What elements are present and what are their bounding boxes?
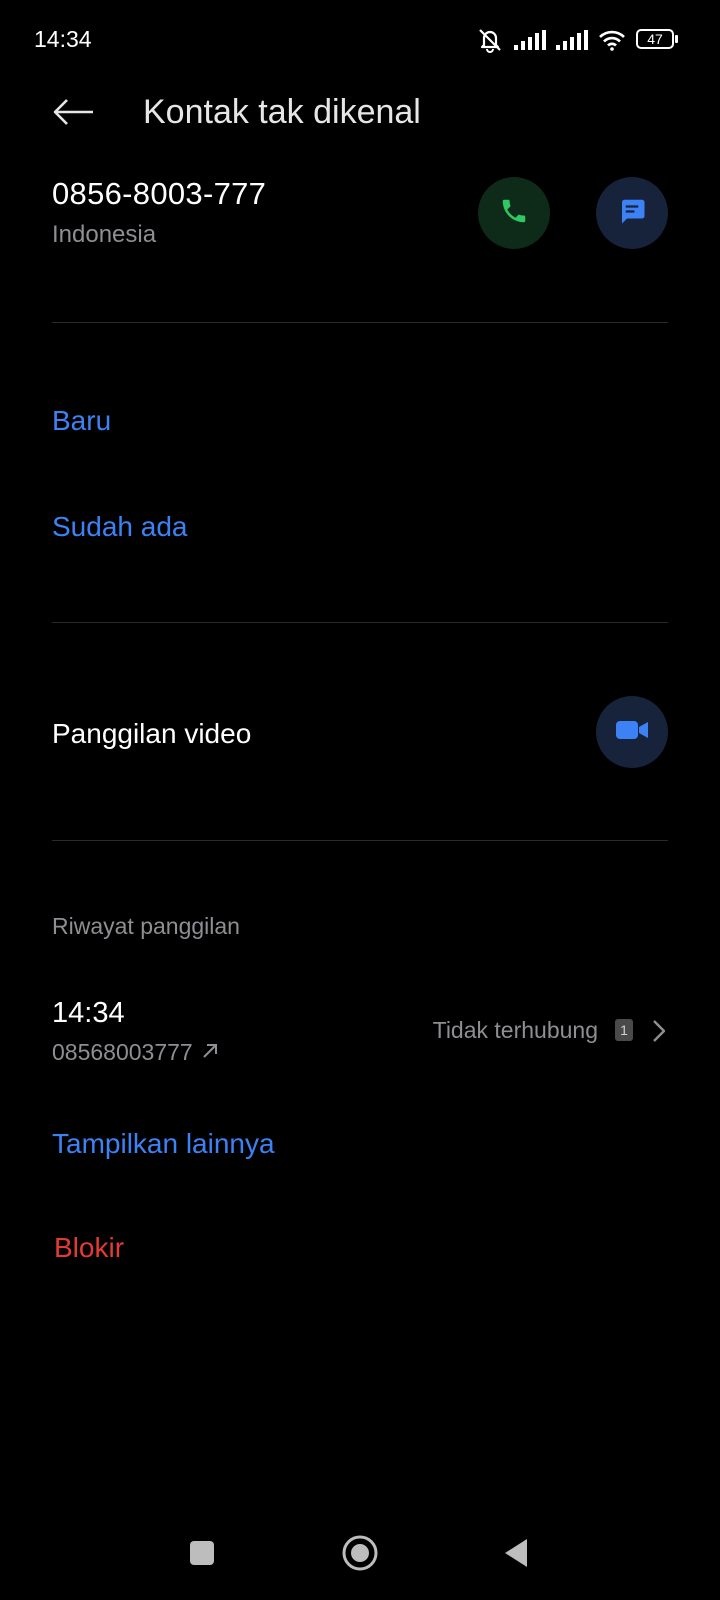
recents-button[interactable] [162,1510,242,1600]
home-circle-icon [341,1534,379,1577]
status-bar: 14:34 47 [0,0,720,84]
status-icons: 47 [476,26,680,54]
message-icon [617,196,647,231]
navigation-bar [0,1510,720,1600]
chevron-right-icon [652,1019,666,1048]
back-button[interactable] [48,88,100,140]
call-number: 08568003777 [52,1039,193,1065]
status-time: 14:34 [34,26,92,52]
phone-country: Indonesia [52,221,157,248]
call-history-heading: Riwayat panggilan [52,913,240,939]
call-history-row[interactable]: 14:34 08568003777 Tidak terhubung 1 [0,985,720,1065]
message-button[interactable] [596,177,668,249]
show-more-button[interactable]: Tampilkan lainnya [52,1128,275,1160]
page-title: Kontak tak dikenal [143,93,421,131]
divider [52,622,668,623]
back-nav-button[interactable] [476,1510,556,1600]
new-contact-button[interactable]: Baru [52,405,111,437]
call-number-line: 08568003777 [52,1039,219,1066]
divider [52,322,668,323]
signal-icon [556,30,588,50]
call-button[interactable] [478,177,550,249]
video-call-button[interactable] [596,696,668,768]
signal-icon [514,30,546,50]
outgoing-arrow-icon [201,1039,219,1066]
recents-square-icon [189,1540,215,1571]
phone-number: 0856-8003-777 [52,176,267,211]
video-camera-icon [615,718,649,747]
arrow-left-icon [53,98,95,130]
divider [52,840,668,841]
existing-contact-button[interactable]: Sudah ada [52,511,187,543]
phone-icon [499,196,529,231]
call-time: 14:34 [52,997,125,1029]
mute-icon [476,27,504,53]
block-button[interactable]: Blokir [54,1232,124,1264]
back-triangle-icon [503,1538,529,1573]
wifi-icon [598,29,626,51]
screen: 14:34 47 Kontak tak dikenal 0856-8003-77… [0,0,720,1600]
battery-level: 47 [647,31,663,47]
home-button[interactable] [320,1510,400,1600]
battery-icon: 47 [636,29,680,51]
call-status: Tidak terhubung [432,1017,598,1043]
video-call-label: Panggilan video [52,718,252,749]
sim-badge: 1 [615,1019,633,1041]
